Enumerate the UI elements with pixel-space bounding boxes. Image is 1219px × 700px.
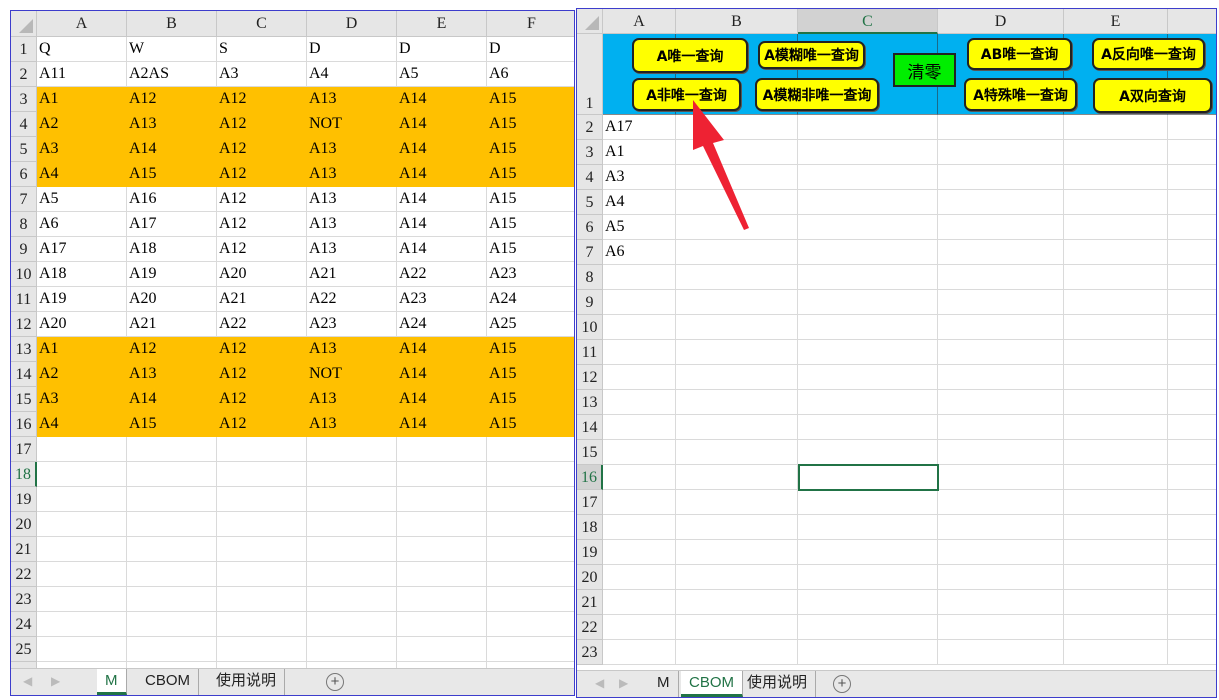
red-arrow-annotation	[693, 100, 749, 230]
